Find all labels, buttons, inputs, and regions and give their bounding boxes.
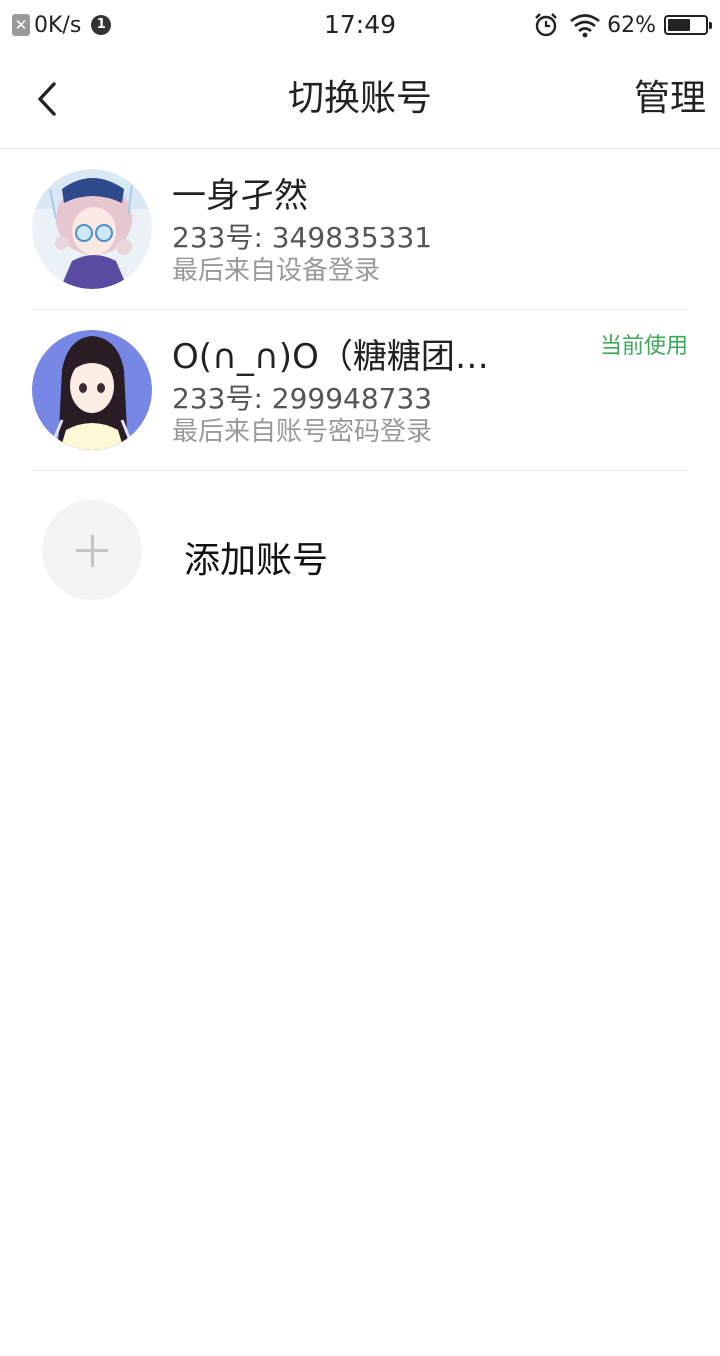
account-name: O(∩_∩)O（糖糖团… [172,337,489,377]
avatar [32,330,152,450]
battery-percent: 62% [607,12,656,38]
battery-icon [664,15,712,35]
account-item[interactable]: 一身孑然 233号: 349835331 最后来自设备登录 [32,149,688,310]
manage-button[interactable]: 管理 [634,74,706,124]
battery-tip [709,22,712,29]
account-name: 一身孑然 [172,176,308,216]
account-last-login: 最后来自设备登录 [172,256,381,286]
status-bar: ✕ 0K/s 1 17:49 62% [0,0,720,52]
page-title: 切换账号 [287,78,432,119]
alarm-icon [535,13,557,37]
wifi-icon [570,14,600,38]
nav-bar: 切换账号 管理 [0,52,720,149]
current-use-badge: 当前使用 [599,334,688,359]
account-id: 233号: 349835331 [172,221,433,254]
account-id: 233号: 299948733 [172,382,433,415]
add-account-label: 添加账号 [184,540,329,581]
plus-icon[interactable] [42,500,142,600]
avatar [32,169,152,289]
add-account-button[interactable]: 添加账号 [42,500,642,602]
plus-vertical [90,535,94,567]
account-item[interactable]: O(∩_∩)O（糖糖团… 当前使用 233号: 299948733 最后来自账号… [32,310,688,471]
account-last-login: 最后来自账号密码登录 [172,417,433,447]
status-right: 62% [533,10,712,40]
battery-fill [668,19,691,31]
